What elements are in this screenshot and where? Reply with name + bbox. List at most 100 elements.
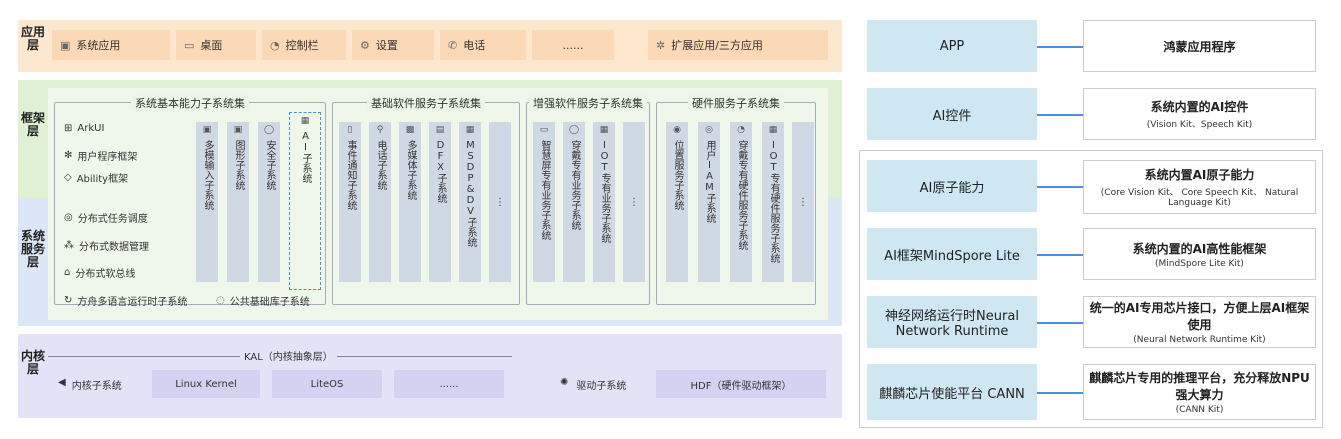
watch-icon: ◯ xyxy=(568,125,580,135)
framework-item-ability: ◇ Ability框架 xyxy=(64,170,128,185)
connector xyxy=(1037,46,1083,48)
right-sub: (Vision Kit、Speech Kit) xyxy=(1146,120,1253,130)
col-iot-hw: ▦ IOT专有硬件服务子系统 xyxy=(762,122,784,282)
dfx-icon: ▤ xyxy=(435,125,445,135)
col-label: 穿戴专有业务子系统 xyxy=(569,140,580,230)
security-icon: ◯ xyxy=(263,125,275,135)
app-desktop: ▭ 桌面 xyxy=(176,30,256,60)
app-phone: ✆ 电话 xyxy=(440,30,526,60)
more-icon: ⋮ xyxy=(798,197,808,208)
col-label: 图形子系统 xyxy=(233,140,244,190)
col-ai: ▦ AI子系统 xyxy=(289,112,321,290)
app-control-bar: ◔ 控制栏 xyxy=(262,30,346,60)
input-icon: ▣ xyxy=(202,125,212,135)
col-label: AI子系统 xyxy=(300,131,311,183)
col-label: 安全子系统 xyxy=(264,140,275,190)
group-title: 系统基本能力子系统集 xyxy=(131,95,249,111)
schedule-icon: ◎ xyxy=(64,212,73,223)
app-item-label: 系统应用 xyxy=(76,39,121,52)
app-extended: ✲ 扩展应用/三方应用 xyxy=(648,30,828,60)
col-multimedia: ▩ 多媒体子系统 xyxy=(399,122,421,282)
right-title: 统一的AI专用芯片接口，方便上层AI框架使用 xyxy=(1089,301,1310,332)
ability-icon: ◇ xyxy=(64,172,72,183)
col-msdp-dv: ▦ MSDP&DV子系统 xyxy=(459,122,481,282)
right-ai-widget-box: 系统内置的AI控件 (Vision Kit、Speech Kit) xyxy=(1083,88,1316,140)
group-title: 硬件服务子系统集 xyxy=(688,95,784,111)
app-system-apps: ▣ 系统应用 xyxy=(52,30,170,60)
eye-icon: ◎ xyxy=(705,125,713,135)
data-icon: ⁂ xyxy=(64,240,74,251)
item-label: 驱动子系统 xyxy=(576,381,627,392)
right-title: 系统内置的AI控件 xyxy=(1150,100,1249,114)
col-label: 多模输入子系统 xyxy=(202,140,213,210)
col-enhanced-more: ⋮ xyxy=(623,122,645,282)
driver-icon: ✺ xyxy=(560,377,569,388)
arkui-icon: ⊞ xyxy=(64,123,73,134)
col-hardware-more: ⋮ xyxy=(792,122,814,282)
connector xyxy=(1037,322,1083,324)
connector xyxy=(1037,186,1083,188)
right-app-box: 鸿蒙应用程序 xyxy=(1083,20,1316,72)
connector xyxy=(1037,392,1083,394)
wearable-icon: ◔ xyxy=(737,125,745,135)
kernel-icon: ◀ xyxy=(58,377,66,388)
col-label: 用户IAM子系统 xyxy=(704,140,715,223)
right-sub: (Core Vision Kit、 Core Speech Kit、 Natur… xyxy=(1100,188,1299,208)
group-title: 基础软件服务子系统集 xyxy=(367,95,485,111)
col-label: 多媒体子系统 xyxy=(405,140,416,200)
monitor-icon: ▭ xyxy=(184,38,195,52)
kernel-layer-label: 内核层 xyxy=(20,349,45,376)
kal-label: KAL（内核抽象层） xyxy=(240,348,337,363)
right-left-app: APP xyxy=(867,20,1037,72)
right-title: 系统内置AI原子能力 xyxy=(1144,168,1255,182)
col-label: 事件通知子系统 xyxy=(345,140,356,210)
lib-icon: ◌ xyxy=(216,295,225,306)
col-security: ◯ 安全子系统 xyxy=(258,122,280,282)
col-user-iam: ◎ 用户IAM子系统 xyxy=(698,122,720,282)
col-wearable-hw: ◔ 穿戴专有硬件服务子系统 xyxy=(730,122,752,282)
framework-item-user-program: ✻ 用户程序框架 xyxy=(64,148,137,163)
app-item-label: 电话 xyxy=(463,39,486,52)
phone-icon: ✆ xyxy=(448,38,458,52)
kernel-hdf: HDF（硬件驱动框架） xyxy=(656,370,826,398)
service-item-softbus: ⌂ 分布式软总线 xyxy=(64,265,135,280)
app-item-label: ...... xyxy=(562,38,584,52)
service-item-task-scheduling: ◎ 分布式任务调度 xyxy=(64,210,148,225)
item-label: 分布式软总线 xyxy=(75,269,136,280)
right-title: 鸿蒙应用程序 xyxy=(1163,39,1236,54)
col-label: IOT专有业务子系统 xyxy=(599,140,610,243)
item-label: 分布式数据管理 xyxy=(79,242,149,253)
kernel-liteos: LiteOS xyxy=(272,370,382,398)
right-left-mindspore: AI框架MindSpore Lite xyxy=(867,228,1037,280)
app-icon: ▣ xyxy=(60,38,71,52)
item-label: 内核子系统 xyxy=(71,381,122,392)
app-item-label: 设置 xyxy=(375,39,398,52)
framework-item-arkui: ⊞ ArkUI xyxy=(64,123,104,134)
right-title: 系统内置的AI高性能框架 xyxy=(1132,241,1267,256)
service-item-data-management: ⁂ 分布式数据管理 xyxy=(64,238,149,253)
more-icon: ⋮ xyxy=(629,197,639,208)
driver-subsystem: ✺ 驱动子系统 xyxy=(560,377,626,392)
app-settings: ⚙ 设置 xyxy=(352,30,434,60)
col-graphics: ▣ 图形子系统 xyxy=(227,122,249,282)
telephony-icon: ⚲ xyxy=(376,125,384,135)
extension-icon: ✲ xyxy=(656,38,666,52)
item-label: Ability框架 xyxy=(76,174,129,185)
col-label: IOT专有硬件服务子系统 xyxy=(768,140,779,263)
col-label: 智慧屏专有业务子系统 xyxy=(539,140,550,240)
col-location: ◉ 位置服务子系统 xyxy=(666,122,688,282)
right-mindspore-box: 系统内置的AI高性能框架 (MindSpore Lite Kit) xyxy=(1083,228,1316,280)
app-item-label: 扩展应用/三方应用 xyxy=(671,39,763,52)
app-more: ...... xyxy=(532,30,614,60)
framework-layer-label: 框架层 xyxy=(20,111,45,138)
control-icon: ◔ xyxy=(270,38,280,52)
location-icon: ◉ xyxy=(673,125,681,135)
item-label: 分布式任务调度 xyxy=(77,214,148,225)
ai-icon: ▦ xyxy=(300,116,310,126)
right-sub: (Neural Network Runtime Kit) xyxy=(1133,335,1266,345)
service-item-common-lib: ◌ 公共基础库子系统 xyxy=(216,293,310,308)
col-label: 电话子系统 xyxy=(375,140,386,190)
col-event-notification: ▯ 事件通知子系统 xyxy=(339,122,361,282)
iot-hw-icon: ▦ xyxy=(768,125,778,135)
right-title: 麒麟芯片专用的推理平台，充分释放NPU强大算力 xyxy=(1089,371,1310,402)
